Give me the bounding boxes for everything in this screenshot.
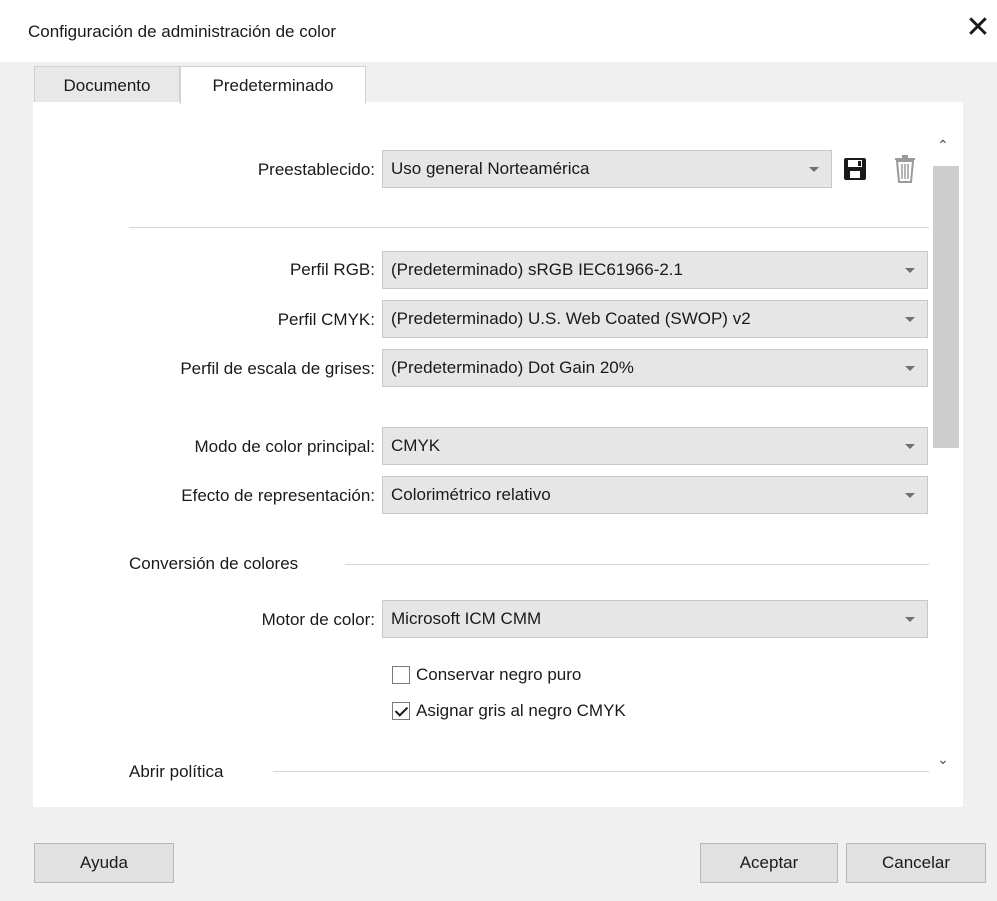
rendering-select[interactable]: Colorimétrico relativo bbox=[382, 476, 928, 514]
divider bbox=[129, 227, 929, 228]
map-gray-label: Asignar gris al negro CMYK bbox=[416, 701, 626, 720]
ok-button[interactable]: Aceptar bbox=[700, 843, 838, 883]
chevron-down-icon bbox=[905, 268, 915, 273]
map-gray-checkbox[interactable] bbox=[392, 702, 410, 720]
scroll-down-icon[interactable]: ⌄ bbox=[937, 752, 949, 766]
scroll-up-icon[interactable]: ⌃ bbox=[937, 138, 949, 152]
scrollbar-thumb[interactable] bbox=[933, 166, 959, 448]
divider bbox=[345, 564, 929, 565]
rendering-value: Colorimétrico relativo bbox=[391, 485, 551, 504]
gray-profile-label: Perfil de escala de grises: bbox=[180, 359, 375, 378]
gray-profile-select[interactable]: (Predeterminado) Dot Gain 20% bbox=[382, 349, 928, 387]
preset-label: Preestablecido: bbox=[257, 160, 375, 179]
cmyk-profile-value: (Predeterminado) U.S. Web Coated (SWOP) … bbox=[391, 309, 751, 328]
trash-icon[interactable] bbox=[893, 152, 919, 184]
rendering-label: Efecto de representación: bbox=[181, 486, 375, 505]
settings-panel: Preestablecido: Uso general Norteamérica… bbox=[33, 102, 963, 807]
color-mode-select[interactable]: CMYK bbox=[382, 427, 928, 465]
color-mode-label: Modo de color principal: bbox=[194, 437, 375, 456]
dialog-title: Configuración de administración de color bbox=[28, 22, 337, 41]
divider bbox=[273, 771, 929, 772]
preset-select[interactable]: Uso general Norteamérica bbox=[382, 150, 832, 188]
chevron-down-icon bbox=[905, 317, 915, 322]
chevron-down-icon bbox=[905, 444, 915, 449]
color-mode-value: CMYK bbox=[391, 436, 441, 455]
help-button[interactable]: Ayuda bbox=[34, 843, 174, 883]
preserve-black-label: Conservar negro puro bbox=[416, 665, 582, 684]
rgb-profile-select[interactable]: (Predeterminado) sRGB IEC61966-2.1 bbox=[382, 251, 928, 289]
tab-documento[interactable]: Documento bbox=[34, 66, 180, 102]
engine-value: Microsoft ICM CMM bbox=[391, 609, 542, 628]
save-icon[interactable] bbox=[843, 154, 869, 186]
conversion-section-title: Conversión de colores bbox=[129, 554, 299, 573]
open-policy-section-title: Abrir política bbox=[129, 762, 224, 781]
engine-label: Motor de color: bbox=[261, 610, 375, 629]
chevron-down-icon bbox=[905, 366, 915, 371]
cmyk-profile-label: Perfil CMYK: bbox=[277, 310, 375, 329]
gray-profile-value: (Predeterminado) Dot Gain 20% bbox=[391, 358, 634, 377]
chevron-down-icon bbox=[905, 493, 915, 498]
rgb-profile-label: Perfil RGB: bbox=[289, 260, 375, 279]
tab-predeterminado[interactable]: Predeterminado bbox=[180, 66, 366, 104]
close-icon[interactable]: ✕ bbox=[963, 12, 993, 44]
rgb-profile-value: (Predeterminado) sRGB IEC61966-2.1 bbox=[391, 260, 683, 279]
chevron-down-icon bbox=[905, 617, 915, 622]
engine-select[interactable]: Microsoft ICM CMM bbox=[382, 600, 928, 638]
preserve-black-checkbox[interactable] bbox=[392, 666, 410, 684]
preset-value: Uso general Norteamérica bbox=[391, 159, 590, 178]
cancel-button[interactable]: Cancelar bbox=[846, 843, 986, 883]
cmyk-profile-select[interactable]: (Predeterminado) U.S. Web Coated (SWOP) … bbox=[382, 300, 928, 338]
title-bar: Configuración de administración de color… bbox=[0, 0, 997, 62]
chevron-down-icon bbox=[809, 167, 819, 172]
